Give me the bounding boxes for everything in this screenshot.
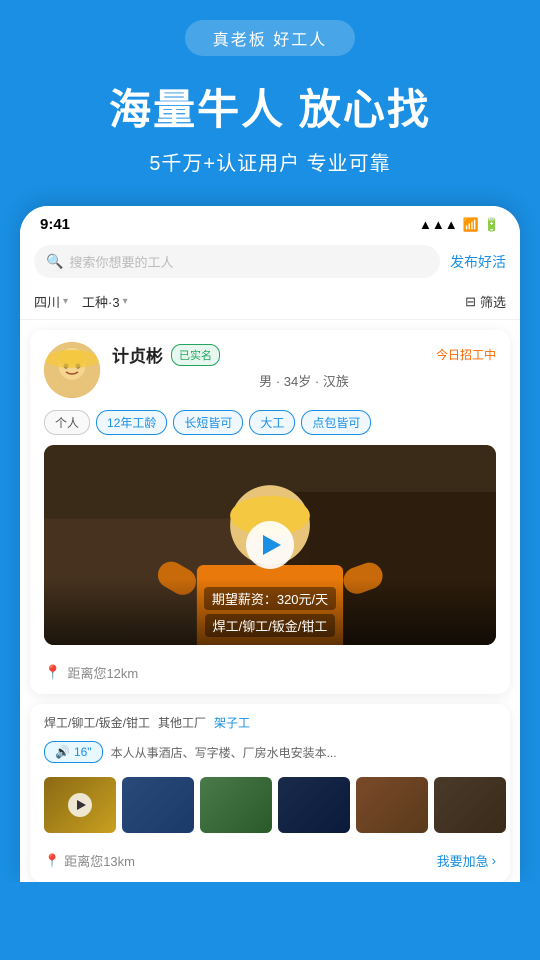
card-header: 计贞彬 已实名 今日招工中 男 · 34岁 · 汉族 bbox=[30, 330, 510, 406]
status-time: 9:41 bbox=[40, 216, 70, 233]
tags-row: 个人 12年工龄 长短皆可 大工 点包皆可 bbox=[30, 406, 510, 445]
voice-badge[interactable]: 🔊 16" bbox=[44, 741, 103, 763]
tag-package: 点包皆可 bbox=[301, 410, 371, 435]
thumb-play-icon bbox=[68, 793, 92, 817]
worker-ethnicity: 汉族 bbox=[323, 374, 349, 389]
filter-button[interactable]: ⊟ 筛选 bbox=[465, 292, 506, 311]
thumbnails-row bbox=[30, 771, 510, 843]
search-icon: 🔍 bbox=[46, 253, 63, 270]
video-skills: 焊工/铆工/钣金/钳工 bbox=[205, 614, 336, 637]
video-area[interactable]: 期望薪资：320元/天 焊工/铆工/钣金/钳工 bbox=[44, 445, 496, 645]
phone-mockup: 9:41 ▲▲▲ 📶 🔋 🔍 搜索你想要的工人 发布好活 四川 ▾ 工种·3 bbox=[20, 206, 520, 882]
urgent-button[interactable]: 我要加急 › bbox=[437, 851, 496, 870]
province-filter[interactable]: 四川 ▾ bbox=[34, 292, 68, 311]
play-triangle-icon bbox=[263, 535, 281, 555]
thumbnail-3[interactable] bbox=[200, 777, 272, 833]
filter-label: 筛选 bbox=[480, 292, 506, 311]
thumbnail-4[interactable] bbox=[278, 777, 350, 833]
tag-experience: 12年工龄 bbox=[96, 410, 167, 435]
skill-tag-2: 其他工厂 bbox=[158, 714, 206, 731]
top-hero-section: 真老板 好工人 海量牛人 放心找 5千万+认证用户 专业可靠 9:41 ▲▲▲ … bbox=[0, 0, 540, 882]
chevron-down-icon: ▾ bbox=[63, 296, 68, 307]
worker-meta: 男 · 34岁 · 汉族 bbox=[112, 371, 496, 390]
skill-tag-3: 架子工 bbox=[214, 714, 250, 731]
location-icon-2: 📍 bbox=[44, 853, 60, 869]
voice-row: 🔊 16" 本人从事酒店、写字楼、厂房水电安装本... bbox=[30, 737, 510, 771]
search-input-wrap[interactable]: 🔍 搜索你想要的工人 bbox=[34, 245, 440, 278]
thumbnail-6[interactable] bbox=[434, 777, 506, 833]
signal-icon: ▲▲▲ bbox=[419, 217, 458, 232]
worker-name-row: 计贞彬 已实名 今日招工中 bbox=[112, 342, 496, 367]
video-overlay: 期望薪资：320元/天 焊工/铆工/钣金/钳工 bbox=[44, 579, 496, 645]
sound-icon: 🔊 bbox=[55, 745, 70, 759]
chevron-down-icon-2: ▾ bbox=[123, 296, 128, 307]
post-job-button[interactable]: 发布好活 bbox=[450, 252, 506, 272]
thumbnail-1[interactable] bbox=[44, 777, 116, 833]
play-button[interactable] bbox=[246, 521, 294, 569]
hero-title: 海量牛人 放心找 bbox=[0, 76, 540, 137]
status-bar: 9:41 ▲▲▲ 📶 🔋 bbox=[20, 206, 520, 239]
battery-icon: 🔋 bbox=[484, 217, 500, 233]
search-bar-row: 🔍 搜索你想要的工人 发布好活 bbox=[20, 239, 520, 284]
location-left: 📍 距离您13km bbox=[44, 851, 135, 870]
card-footer-2: 📍 距离您13km 我要加急 › bbox=[30, 843, 510, 882]
worker-card-1[interactable]: 计贞彬 已实名 今日招工中 男 · 34岁 · 汉族 个人 12年工龄 bbox=[30, 330, 510, 694]
blue-background-bottom bbox=[0, 882, 540, 912]
location-icon: 📍 bbox=[44, 664, 61, 681]
province-label: 四川 bbox=[34, 292, 60, 311]
distance-label-2: 距离您13km bbox=[64, 851, 135, 870]
status-icons: ▲▲▲ 📶 🔋 bbox=[419, 217, 500, 233]
skill-tags-row: 焊工/铆工/钣金/钳工 其他工厂 架子工 bbox=[30, 704, 510, 737]
chevron-right-icon: › bbox=[492, 853, 496, 868]
job-type-label: 工种·3 bbox=[82, 292, 120, 311]
tag-personal: 个人 bbox=[44, 410, 90, 435]
thumbnail-2[interactable] bbox=[122, 777, 194, 833]
tag-skill-level: 大工 bbox=[249, 410, 295, 435]
worker-card-2[interactable]: 焊工/铆工/钣金/钳工 其他工厂 架子工 🔊 16" 本人从事酒店、写字楼、厂房… bbox=[30, 704, 510, 882]
filter-icon: ⊟ bbox=[465, 294, 476, 310]
search-placeholder: 搜索你想要的工人 bbox=[69, 252, 173, 271]
wifi-icon: 📶 bbox=[463, 217, 479, 233]
skill-tag-1: 焊工/铆工/钣金/钳工 bbox=[44, 714, 150, 731]
filter-row: 四川 ▾ 工种·3 ▾ ⊟ 筛选 bbox=[20, 284, 520, 320]
worker-info: 计贞彬 已实名 今日招工中 男 · 34岁 · 汉族 bbox=[112, 342, 496, 390]
hiring-status: 今日招工中 bbox=[436, 346, 496, 363]
distance-label: 距离您12km bbox=[67, 663, 138, 682]
tag-duration: 长短皆可 bbox=[173, 410, 243, 435]
voice-duration: 16" bbox=[74, 745, 92, 759]
avatar bbox=[44, 342, 100, 398]
worker-age: 34岁 bbox=[284, 374, 311, 389]
hero-subtitle: 5千万+认证用户 专业可靠 bbox=[0, 147, 540, 176]
job-type-filter[interactable]: 工种·3 ▾ bbox=[82, 292, 128, 311]
verified-badge: 已实名 bbox=[171, 344, 220, 366]
voice-description: 本人从事酒店、写字楼、厂房水电安装本... bbox=[111, 744, 337, 761]
worker-name: 计贞彬 bbox=[112, 342, 163, 367]
urgent-label: 我要加急 bbox=[437, 851, 489, 870]
thumbnail-5[interactable] bbox=[356, 777, 428, 833]
video-salary: 期望薪资：320元/天 bbox=[204, 587, 336, 610]
worker-gender: 男 bbox=[259, 374, 272, 389]
card-footer: 📍 距离您12km bbox=[30, 655, 510, 694]
tagline-badge: 真老板 好工人 bbox=[185, 20, 355, 56]
